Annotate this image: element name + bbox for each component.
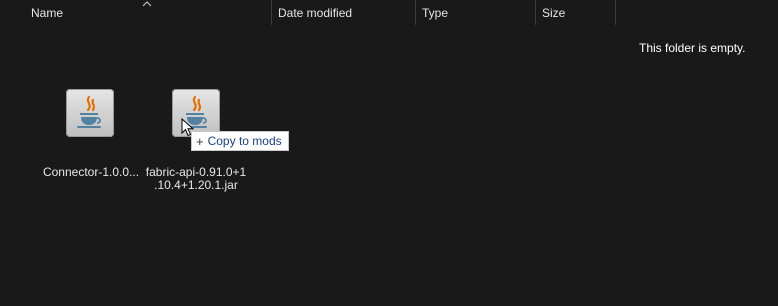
- column-header-size-label: Size: [542, 6, 566, 20]
- file-name-label: Connector-1.0.0...: [36, 166, 146, 179]
- column-header-row: Name Date modified Type Size: [0, 0, 778, 25]
- column-header-name-label: Name: [31, 6, 64, 20]
- java-file-icon: [66, 89, 114, 137]
- file-name-line: Connector-1.0.0...: [42, 165, 140, 179]
- column-divider[interactable]: [615, 0, 616, 25]
- empty-folder-message: This folder is empty.: [639, 41, 746, 55]
- column-header-type[interactable]: Type: [416, 0, 535, 25]
- column-header-type-label: Type: [422, 6, 449, 20]
- file-name-label: fabric-api-0.91.0+1 .10.4+1.20.1.jar: [140, 166, 252, 192]
- drag-tooltip-text: Copy to mods: [207, 134, 282, 148]
- column-header-name[interactable]: Name: [0, 0, 271, 25]
- column-header-size[interactable]: Size: [536, 0, 615, 25]
- file-explorer-view: Name Date modified Type Size This folder…: [0, 0, 778, 306]
- drag-copy-tooltip: + Copy to mods: [191, 131, 289, 151]
- java-file-icon: [172, 89, 220, 137]
- column-header-date-label: Date modified: [278, 6, 353, 20]
- plus-icon: +: [196, 133, 204, 149]
- mouse-cursor-icon: [181, 118, 195, 137]
- column-header-date-modified[interactable]: Date modified: [272, 0, 415, 25]
- file-name-line: .10.4+1.20.1.jar: [154, 178, 238, 192]
